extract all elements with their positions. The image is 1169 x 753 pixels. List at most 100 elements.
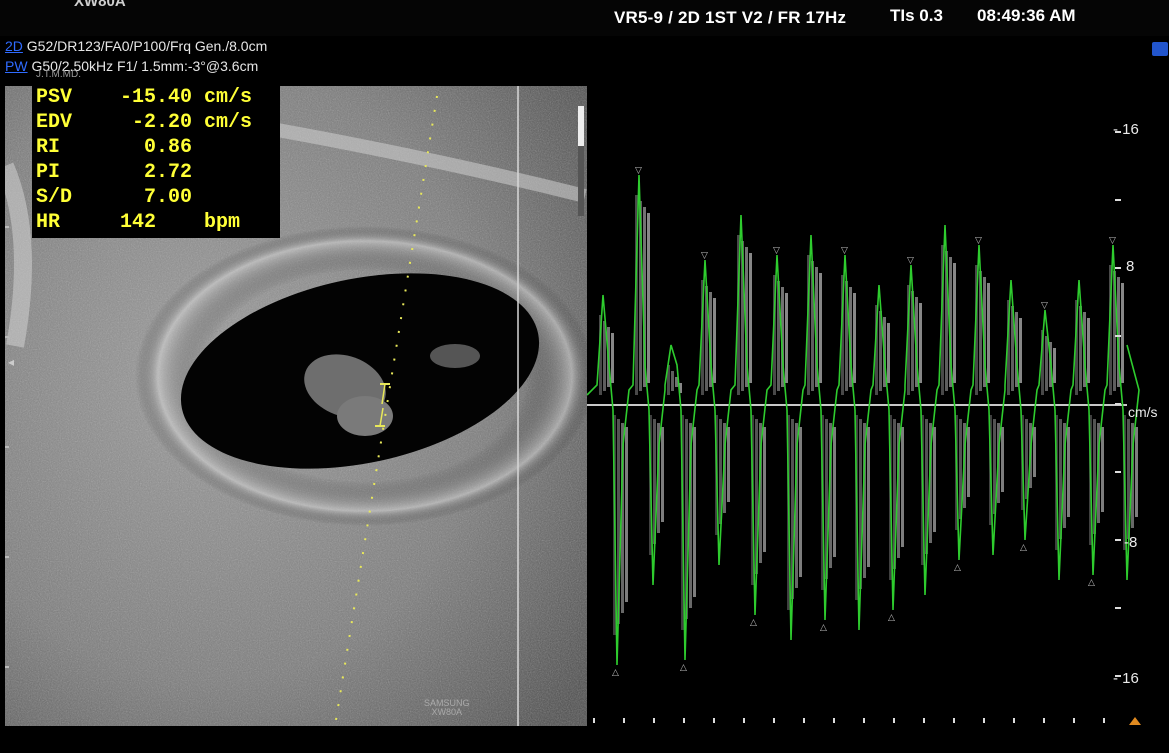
spectral-speck — [693, 427, 696, 597]
time-tick — [863, 718, 865, 723]
time-tick — [953, 718, 955, 723]
spectral-speck — [763, 427, 766, 552]
axis-tick — [1115, 403, 1121, 405]
time-tick — [773, 718, 775, 723]
spectral-speck — [661, 427, 664, 522]
time-tick — [1013, 718, 1015, 723]
measurement-value: 2.72 — [120, 161, 193, 184]
scale-label-bottom: - 16 — [1113, 670, 1139, 687]
time-tick — [683, 718, 685, 723]
tag-pw: PW — [5, 58, 28, 74]
param-line-2d: 2D G52/DR123/FA0/P100/Frq Gen./8.0cm — [5, 38, 267, 54]
measurement-label: RI — [36, 136, 61, 159]
spectral-speck — [933, 427, 936, 532]
spectral-speck — [1135, 427, 1138, 517]
peak-marker-icon: ▽ — [1041, 301, 1048, 311]
measurement-row: PI 2.72 — [36, 161, 192, 186]
time-tick — [1043, 718, 1045, 723]
measurement-row: PSV -15.40 cm/s — [36, 86, 252, 111]
peak-marker-icon: △ — [820, 623, 827, 633]
spectral-speck — [785, 293, 788, 383]
axis-tick — [1115, 539, 1121, 541]
spectral-speck — [987, 283, 990, 383]
measurement-label: S/D — [36, 186, 73, 209]
tag-2d: 2D — [5, 38, 23, 54]
measurement-label: PI — [36, 161, 61, 184]
spectral-speck — [625, 427, 628, 602]
spectral-speck — [1053, 348, 1056, 383]
spectral-speck — [1045, 336, 1048, 391]
measurement-row: S/D 7.00 — [36, 186, 192, 211]
axis-tick — [1115, 199, 1121, 201]
peak-marker-icon: ▽ — [773, 246, 780, 256]
sweep-marker-icon — [1129, 717, 1141, 725]
orientation-marker-icon: ◂ — [8, 355, 15, 369]
spectral-speck — [647, 213, 650, 383]
peak-marker-icon: ▽ — [635, 166, 642, 176]
peak-marker-icon: ▽ — [701, 251, 708, 261]
measurement-value: -15.40 cm/s — [120, 86, 253, 109]
spectral-speck — [1121, 283, 1124, 383]
time-tick — [713, 718, 715, 723]
measurement-label: EDV — [36, 111, 73, 134]
spectral-speck — [749, 253, 752, 383]
measurement-value: -2.20 cm/s — [120, 111, 253, 134]
peak-marker-icon: △ — [680, 663, 687, 673]
measurement-value: 7.00 — [120, 186, 193, 209]
thermal-index: TIs 0.3 — [890, 6, 943, 25]
spectral-speck — [713, 298, 716, 383]
time-tick — [833, 718, 835, 723]
doppler-spectrum: △ ▽ △ ▽ △ ▽ △ ▽ △ ▽ △ ▽ △ ▽ △ ▽ — [587, 131, 1140, 723]
spectral-speck — [819, 273, 822, 383]
spectral-speck — [887, 323, 890, 383]
spectral-speck — [727, 427, 730, 502]
time-tick — [623, 718, 625, 723]
spectral-speck — [867, 427, 870, 567]
device-model: XW80A — [74, 0, 126, 10]
top-status-bar: XW80A VR5-9 / 2D 1ST V2 / FR 17Hz TIs 0.… — [0, 0, 1169, 36]
spectral-speck — [1019, 318, 1022, 383]
axis-tick — [1115, 607, 1121, 609]
peak-marker-icon: ▽ — [841, 246, 848, 256]
spectral-speck — [1001, 427, 1004, 492]
peak-marker-icon: ▽ — [975, 236, 982, 246]
measurement-row: EDV -2.20 cm/s — [36, 111, 252, 136]
scale-label-top: - 16 — [1113, 121, 1139, 138]
time-tick — [1103, 718, 1105, 723]
axis-tick — [1115, 335, 1121, 337]
spectral-speck — [1033, 427, 1036, 477]
peak-marker-icon: △ — [1088, 578, 1095, 588]
time-tick — [653, 718, 655, 723]
spectral-speck — [901, 427, 904, 547]
measurement-value: 0.86 — [120, 136, 193, 159]
imaging-mode-status: VR5-9 / 2D 1ST V2 / FR 17Hz — [614, 8, 847, 27]
measurement-row: HR 142 bpm — [36, 211, 240, 236]
spectral-speck — [1101, 427, 1104, 512]
peak-marker-icon: △ — [954, 563, 961, 573]
spectral-speck — [953, 263, 956, 383]
peak-marker-icon: ▽ — [1109, 236, 1116, 246]
spectral-speck — [1087, 318, 1090, 383]
time-tick — [593, 718, 595, 723]
time-tick — [983, 718, 985, 723]
measurement-value: 142 bpm — [120, 211, 241, 234]
measurement-panel: PSV -15.40 cm/s EDV -2.20 cm/s RI 0.86 P… — [32, 86, 280, 238]
spectral-speck — [919, 303, 922, 383]
operator-label: J.T.M.MD. — [36, 69, 81, 80]
time-tick — [923, 718, 925, 723]
spectral-speck — [611, 333, 614, 383]
scale-label-pos8: 8 — [1126, 258, 1135, 275]
peak-marker-icon: △ — [612, 668, 619, 678]
peak-marker-icon: △ — [888, 613, 895, 623]
scale-label-neg8: -8 — [1124, 534, 1138, 551]
time-tick — [803, 718, 805, 723]
spectral-speck — [853, 293, 856, 383]
manufacturer-logo: SAMSUNG XW80A — [424, 699, 470, 717]
spectral-speck — [967, 427, 970, 497]
axis-tick — [1115, 471, 1121, 473]
peak-marker-icon: △ — [1020, 543, 1027, 553]
probe-icon — [1152, 42, 1168, 56]
param-2d-values: G52/DR123/FA0/P100/Frq Gen./8.0cm — [26, 38, 268, 54]
axis-tick — [1115, 267, 1121, 269]
measurement-label: PSV — [36, 86, 73, 109]
